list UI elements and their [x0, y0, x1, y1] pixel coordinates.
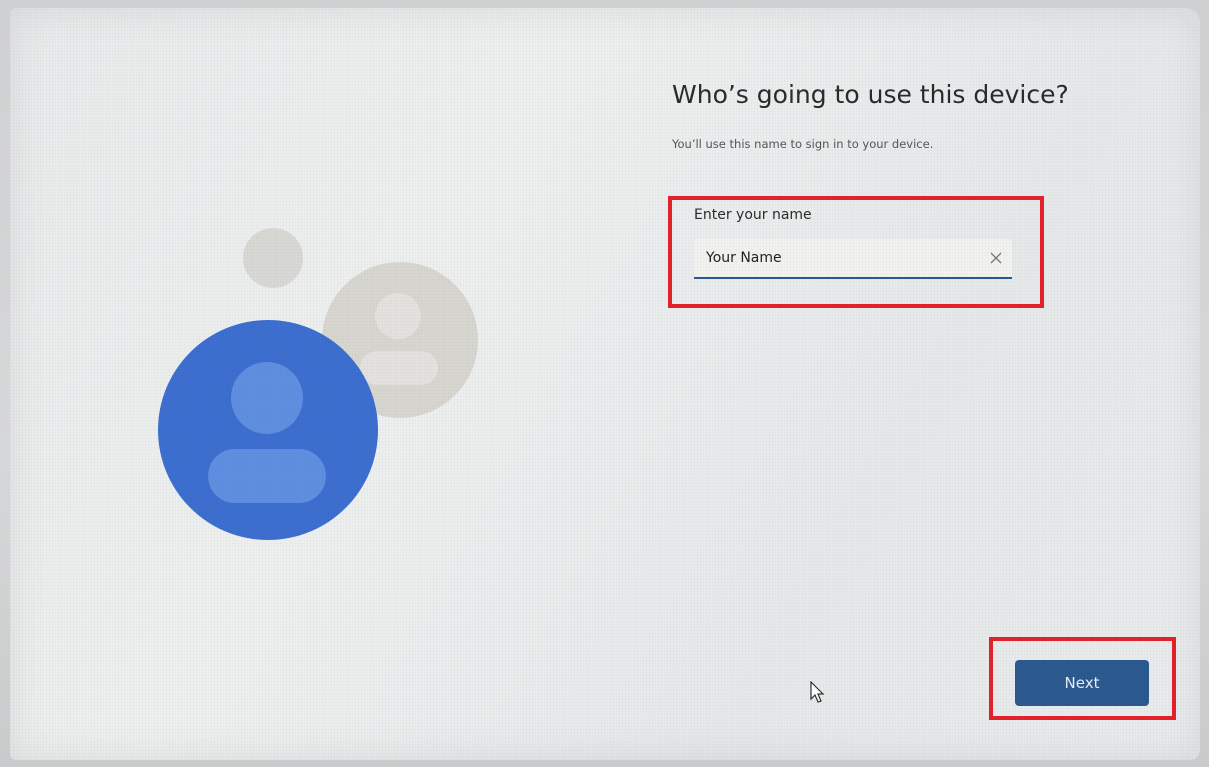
clear-input-button[interactable] — [984, 247, 1008, 269]
primary-avatar-icon — [158, 320, 378, 540]
page-title: Who’s going to use this device? — [672, 80, 1069, 109]
user-illustration — [158, 228, 478, 540]
monitor-bezel: Who’s going to use this device? You’ll u… — [0, 0, 1209, 767]
next-button[interactable]: Next — [1015, 660, 1149, 706]
page-subtitle: You’ll use this name to sign in to your … — [672, 137, 934, 151]
close-icon — [990, 252, 1002, 264]
name-input-container — [694, 239, 1012, 279]
setup-screen: Who’s going to use this device? You’ll u… — [10, 8, 1200, 760]
name-field-label: Enter your name — [694, 207, 812, 223]
mouse-cursor-icon — [810, 681, 825, 703]
small-decor-circle — [243, 228, 303, 288]
name-input[interactable] — [694, 239, 974, 277]
